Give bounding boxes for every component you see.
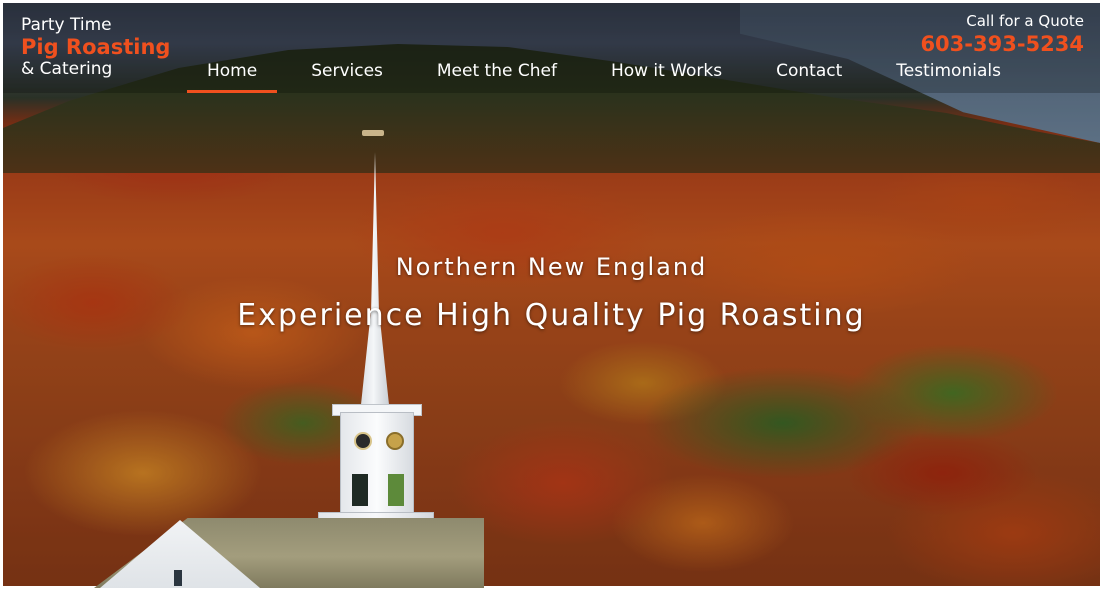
belfry-window-right: [388, 474, 404, 506]
page: Party Time Pig Roasting & Catering Home …: [0, 0, 1103, 592]
weather-vane: [362, 130, 384, 136]
clock-face-right: [386, 432, 404, 450]
nav-testimonials[interactable]: Testimonials: [876, 59, 1021, 83]
nav-meet-the-chef[interactable]: Meet the Chef: [417, 59, 577, 83]
belfry-window-left: [352, 474, 368, 506]
logo-line-3: & Catering: [21, 59, 113, 79]
nav-services[interactable]: Services: [291, 59, 403, 83]
logo-line-1: Party Time: [21, 15, 112, 35]
quote-label: Call for a Quote: [966, 12, 1084, 30]
gable-window: [174, 570, 182, 586]
clock-face-left: [354, 432, 372, 450]
site-header: Party Time Pig Roasting & Catering Home …: [3, 3, 1100, 93]
phone-link[interactable]: 603-393-5234: [920, 31, 1084, 57]
hero-title: Experience High Quality Pig Roasting: [237, 298, 866, 333]
hero-subtitle: Northern New England: [395, 253, 708, 281]
quote-block: Call for a Quote 603-393-5234: [920, 11, 1084, 57]
main-nav: Home Services Meet the Chef How it Works…: [187, 59, 1035, 95]
logo-line-2: Pig Roasting: [21, 35, 171, 59]
nav-contact[interactable]: Contact: [756, 59, 862, 83]
site-logo[interactable]: Party Time Pig Roasting & Catering: [21, 15, 170, 79]
nav-how-it-works[interactable]: How it Works: [591, 59, 742, 83]
nav-home[interactable]: Home: [187, 59, 278, 93]
